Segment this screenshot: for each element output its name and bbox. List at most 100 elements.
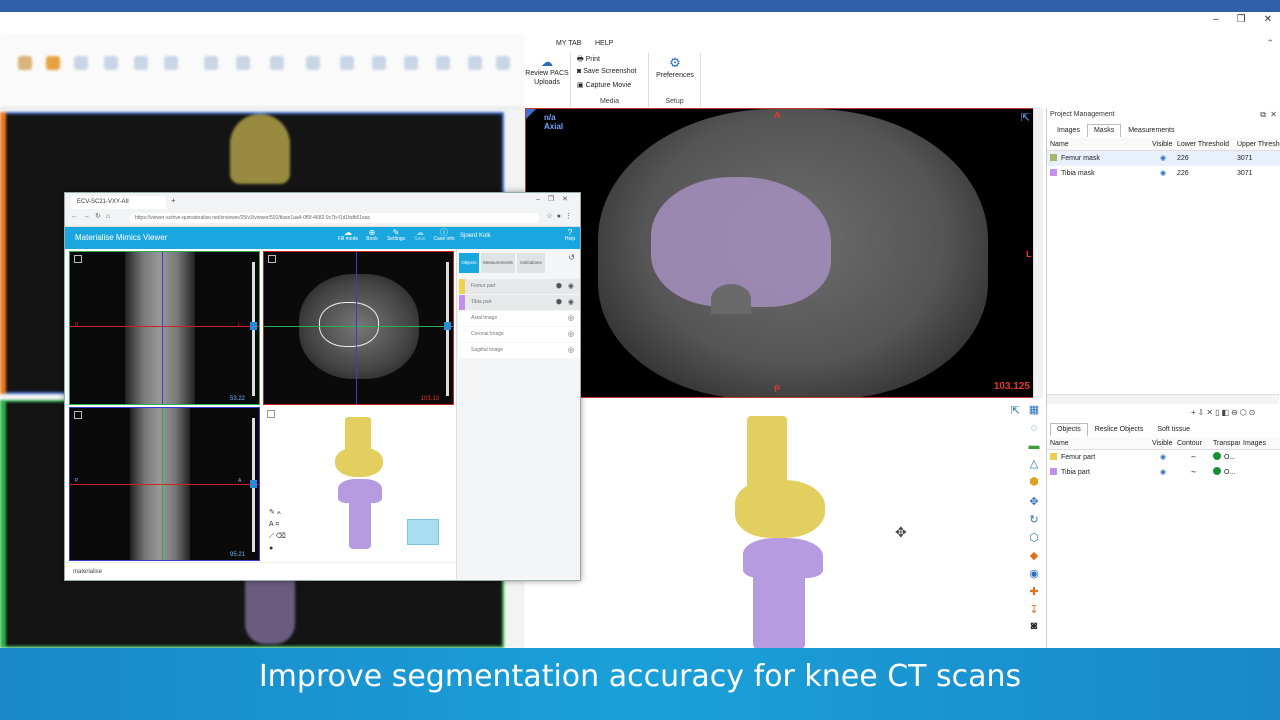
object-icon[interactable]: ⬢ bbox=[556, 295, 562, 310]
tab-reslice-objects[interactable]: Reslice Objects bbox=[1088, 423, 1151, 436]
mask-icon[interactable]: ▬ bbox=[1027, 440, 1041, 453]
user-name[interactable]: Sjoerd Kolk bbox=[460, 233, 491, 239]
col-lower-threshold[interactable]: Lower Threshold bbox=[1174, 138, 1234, 150]
tab-masks[interactable]: Masks bbox=[1086, 124, 1122, 137]
book-button[interactable]: ⊕ Book bbox=[361, 229, 383, 243]
close-icon[interactable]: ✕ bbox=[1264, 14, 1272, 25]
side-tab-indications[interactable]: Indications bbox=[517, 253, 545, 273]
pan-icon[interactable]: ✥ bbox=[1027, 496, 1041, 509]
coronal-pane[interactable]: R L 53.22 bbox=[69, 251, 260, 405]
eye-icon[interactable]: ◉ bbox=[568, 295, 574, 310]
col-name[interactable]: Name bbox=[1047, 138, 1149, 150]
pane-expand-icon[interactable] bbox=[267, 410, 275, 418]
tab-my-tab[interactable]: MY TAB bbox=[556, 40, 581, 47]
object-icon[interactable]: ⬢ bbox=[1027, 476, 1041, 489]
review-pacs-button[interactable]: ☁ Review PACS Uploads bbox=[525, 55, 569, 87]
save-screenshot-button[interactable]: ◙ Save Screenshot bbox=[577, 68, 637, 75]
browser-menu-icons[interactable]: ☆●⋮ bbox=[546, 212, 576, 220]
table-row[interactable]: Femur mask ◉ 226 3071 bbox=[1047, 151, 1280, 166]
url-bar[interactable]: https://viewer-sctrive-qumateralise.net/… bbox=[129, 213, 539, 223]
measure-tools[interactable]: ✎ ⟑ A ⌗ ⟋ ⌫ ● bbox=[269, 507, 286, 555]
view-orientation-dropdown[interactable]: Axial bbox=[544, 122, 563, 131]
triangle-icon[interactable]: △ bbox=[1027, 458, 1041, 471]
col-images[interactable]: Images bbox=[1240, 437, 1278, 449]
list-item[interactable]: Femur part ⬢ ◉ bbox=[459, 279, 580, 294]
restore-icon[interactable]: ❐ bbox=[1237, 14, 1246, 25]
fill-mode-button[interactable]: ☁ Fill mode bbox=[337, 229, 359, 243]
axial-scrollbar[interactable] bbox=[1033, 108, 1043, 398]
pane-expand-icon[interactable] bbox=[268, 255, 276, 263]
transparency-value[interactable]: O... bbox=[1224, 454, 1235, 461]
col-contour[interactable]: Contour bbox=[1174, 437, 1210, 449]
objects-toolbar[interactable]: +⇩✕▯◧⊖⬡⊙ bbox=[1191, 408, 1257, 417]
print-button[interactable]: 🖶 Print bbox=[577, 55, 600, 66]
col-visible[interactable]: Visible bbox=[1149, 138, 1174, 150]
eye-icon[interactable]: ◉ bbox=[1149, 450, 1174, 465]
contour-icon[interactable]: ∼ bbox=[1174, 450, 1210, 465]
col-transparency[interactable]: Transparency bbox=[1210, 437, 1240, 449]
ribbon-collapse-icon[interactable]: ⌃ bbox=[1266, 38, 1274, 49]
measure-icon[interactable]: ↧ bbox=[1027, 604, 1041, 617]
browser-tab[interactable]: ECV-SC21-VXY-AII bbox=[71, 196, 166, 209]
browser-window-controls[interactable]: –❐✕ bbox=[536, 195, 576, 203]
pane-expand-icon[interactable] bbox=[74, 255, 82, 263]
close-panel-icon[interactable]: ✕ bbox=[1270, 110, 1277, 119]
rotate-icon[interactable]: ↻ bbox=[1027, 514, 1041, 527]
minimize-icon[interactable]: – bbox=[1213, 14, 1219, 25]
eye-icon[interactable]: ◉ bbox=[1027, 568, 1041, 581]
pin-icon[interactable]: ⧉ bbox=[1260, 110, 1266, 120]
eye-icon[interactable]: ◉ bbox=[1149, 166, 1174, 181]
col-name[interactable]: Name bbox=[1047, 437, 1149, 449]
new-tab-icon[interactable]: + bbox=[171, 196, 176, 205]
orientation-cube-icon[interactable] bbox=[407, 519, 439, 545]
maximize-viewport-icon[interactable]: ⇱ bbox=[1021, 111, 1030, 124]
eye-icon[interactable]: ◉ bbox=[1149, 465, 1174, 480]
browser-nav-icons[interactable]: ←→↻⌂ bbox=[71, 212, 115, 220]
tab-images[interactable]: Images bbox=[1050, 124, 1087, 137]
tab-help[interactable]: HELP bbox=[595, 40, 613, 47]
eye-icon[interactable]: ◎ bbox=[568, 343, 574, 358]
cube-icon[interactable]: ⬡ bbox=[1027, 532, 1041, 545]
maximize-3d-icon[interactable]: ⇱ bbox=[1011, 404, 1020, 417]
tab-soft-tissue[interactable]: Soft tissue bbox=[1150, 423, 1197, 436]
segment-icon[interactable]: ◆ bbox=[1027, 550, 1041, 563]
table-row[interactable]: Tibia part ◉ ∼ O... bbox=[1047, 465, 1280, 480]
3d-viewport[interactable]: ✥ ⇱ bbox=[525, 400, 1022, 648]
list-item[interactable]: Sagittal Image ◎ bbox=[459, 343, 580, 358]
crosshair-icon[interactable]: ✚ bbox=[1027, 586, 1041, 599]
tab-objects[interactable]: Objects bbox=[1050, 423, 1088, 436]
col-visible[interactable]: Visible bbox=[1149, 437, 1174, 449]
axial-viewport[interactable]: n/a Axial A P L 103.125 ⇱ bbox=[525, 108, 1035, 398]
transparency-value[interactable]: O... bbox=[1224, 469, 1235, 476]
lasso-icon[interactable]: ◌ bbox=[1027, 422, 1041, 435]
axial-pane[interactable]: 103.13 bbox=[263, 251, 454, 405]
list-item[interactable]: Coronal Image ◎ bbox=[459, 327, 580, 342]
save-button[interactable]: ☁ Save bbox=[409, 229, 431, 243]
eye-icon[interactable]: ◉ bbox=[1149, 151, 1174, 166]
col-upper-threshold[interactable]: Upper Threshold bbox=[1234, 138, 1280, 150]
help-button[interactable]: ? Help bbox=[559, 229, 580, 243]
eye-icon[interactable]: ◎ bbox=[568, 311, 574, 326]
reset-icon[interactable]: ↺ bbox=[568, 253, 575, 262]
preferences-button[interactable]: ⚙ Preferences bbox=[651, 55, 699, 80]
object-icon[interactable]: ⬢ bbox=[556, 279, 562, 294]
settings-button[interactable]: ✎ Settings bbox=[385, 229, 407, 243]
sagittal-pane[interactable]: P A 95.21 bbox=[69, 407, 260, 561]
pane-expand-icon[interactable] bbox=[74, 411, 82, 419]
list-item[interactable]: Tibia part ⬢ ◉ bbox=[459, 295, 580, 310]
table-row[interactable]: Tibia mask ◉ 226 3071 bbox=[1047, 166, 1280, 181]
camera-view-icon[interactable]: ◙ bbox=[1027, 620, 1041, 633]
side-tab-measurements[interactable]: Measurements bbox=[481, 253, 515, 273]
side-tab-objects[interactable]: Objects bbox=[459, 253, 479, 273]
table-row[interactable]: Femur part ◉ ∼ O... bbox=[1047, 450, 1280, 465]
capture-movie-button[interactable]: ▣ Capture Movie bbox=[577, 81, 631, 89]
contour-icon[interactable]: ∼ bbox=[1174, 465, 1210, 480]
case-info-button[interactable]: ⓘ Case info bbox=[433, 229, 455, 243]
viewer-3d-pane[interactable]: ✎ ⟑ A ⌗ ⟋ ⌫ ● bbox=[263, 407, 456, 561]
list-item[interactable]: Axial Image ◎ bbox=[459, 311, 580, 326]
masks-hscrollbar[interactable] bbox=[1047, 394, 1279, 404]
eye-icon[interactable]: ◉ bbox=[568, 279, 574, 294]
tab-measurements[interactable]: Measurements bbox=[1121, 124, 1181, 137]
eye-icon[interactable]: ◎ bbox=[568, 327, 574, 342]
grid-icon[interactable]: ▦ bbox=[1027, 404, 1041, 417]
